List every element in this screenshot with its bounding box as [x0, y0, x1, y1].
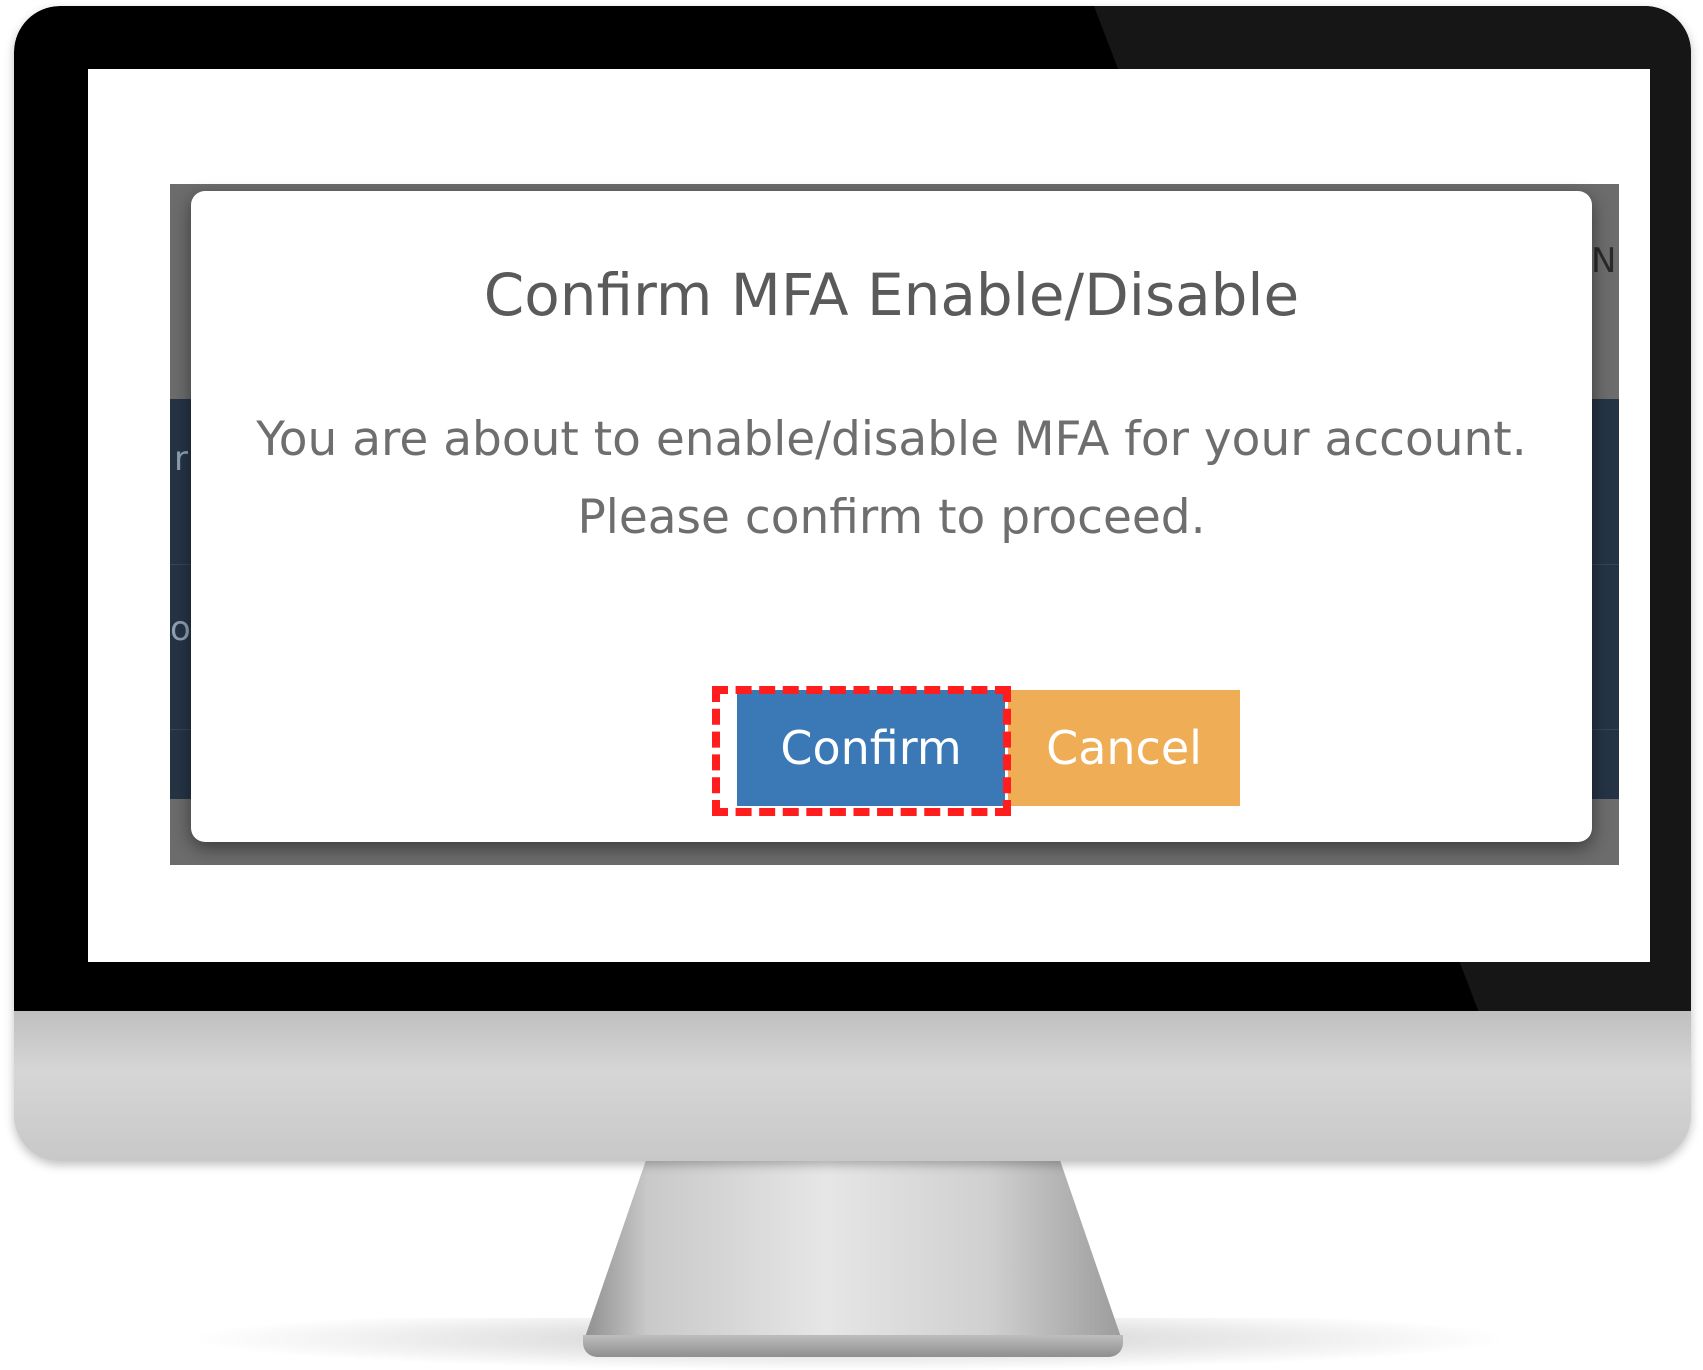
background-text-peek: o	[170, 609, 191, 649]
monitor: N r o Confirm MFA Enable/Disable You are…	[14, 6, 1691, 1161]
dialog-title: Confirm MFA Enable/Disable	[483, 261, 1300, 329]
dialog-message-line: Please confirm to proceed.	[577, 490, 1206, 545]
monitor-stand	[583, 1155, 1123, 1343]
confirm-button[interactable]: Confirm	[737, 690, 1005, 806]
cancel-button[interactable]: Cancel	[1008, 690, 1240, 806]
monitor-stand-base	[583, 1335, 1123, 1357]
background-text-peek: r	[174, 439, 188, 479]
monitor-chin	[14, 1011, 1691, 1161]
mfa-confirm-dialog: Confirm MFA Enable/Disable You are about…	[191, 191, 1592, 842]
dialog-message-line: You are about to enable/disable MFA for …	[256, 412, 1527, 467]
background-text-peek: N	[1591, 241, 1617, 281]
dialog-message: You are about to enable/disable MFA for …	[211, 401, 1572, 557]
screen: N r o Confirm MFA Enable/Disable You are…	[88, 69, 1650, 962]
